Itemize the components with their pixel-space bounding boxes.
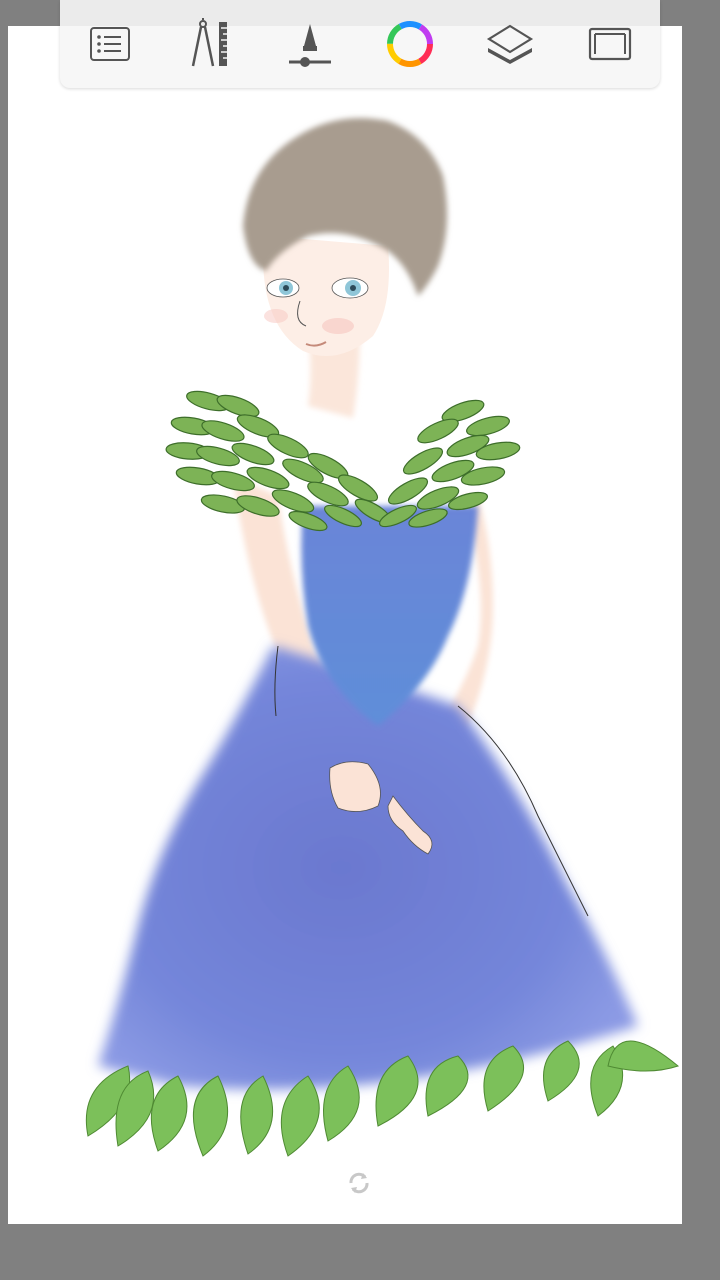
fullscreen-button[interactable]	[584, 18, 636, 70]
layers-icon	[486, 24, 534, 64]
toolbar-header-strip	[60, 0, 660, 26]
figure-face	[263, 236, 389, 356]
color-picker-button[interactable]	[384, 18, 436, 70]
layers-button[interactable]	[484, 18, 536, 70]
fullscreen-icon	[588, 27, 632, 61]
list-button[interactable]	[84, 18, 136, 70]
list-icon	[90, 27, 130, 61]
brush-size-button[interactable]	[284, 18, 336, 70]
drawing-canvas[interactable]	[8, 26, 682, 1224]
artwork	[85, 118, 680, 1157]
brush-size-icon	[289, 24, 331, 67]
ruler-compass-icon	[191, 18, 227, 67]
color-wheel-icon	[387, 21, 433, 67]
top-toolbar	[60, 0, 660, 88]
ruler-compass-button[interactable]	[184, 18, 236, 70]
refresh-icon	[346, 1170, 372, 1196]
